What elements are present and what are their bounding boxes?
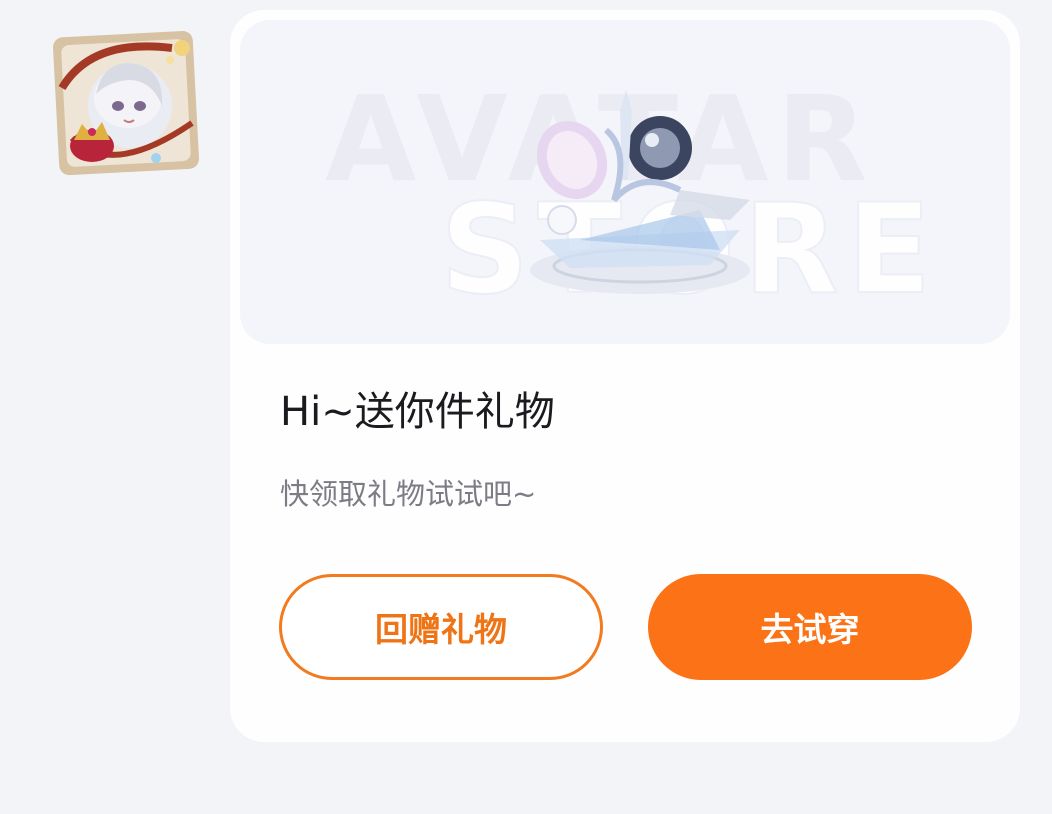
return-gift-button[interactable]: 回赠礼物 bbox=[279, 574, 603, 680]
gift-title: Hi~送你件礼物 bbox=[280, 389, 555, 435]
gift-banner: AVATAR STORE bbox=[240, 20, 1010, 344]
sender-avatar[interactable] bbox=[52, 28, 202, 178]
gift-subtitle: 快领取礼物试试吧~ bbox=[280, 477, 537, 511]
gift-item-image bbox=[530, 90, 750, 294]
gift-card: AVATAR STORE Hi~送你件礼物 快领取礼物试试吧~ 回赠礼物 去试穿 bbox=[230, 10, 1020, 742]
try-on-button[interactable]: 去试穿 bbox=[648, 574, 972, 680]
